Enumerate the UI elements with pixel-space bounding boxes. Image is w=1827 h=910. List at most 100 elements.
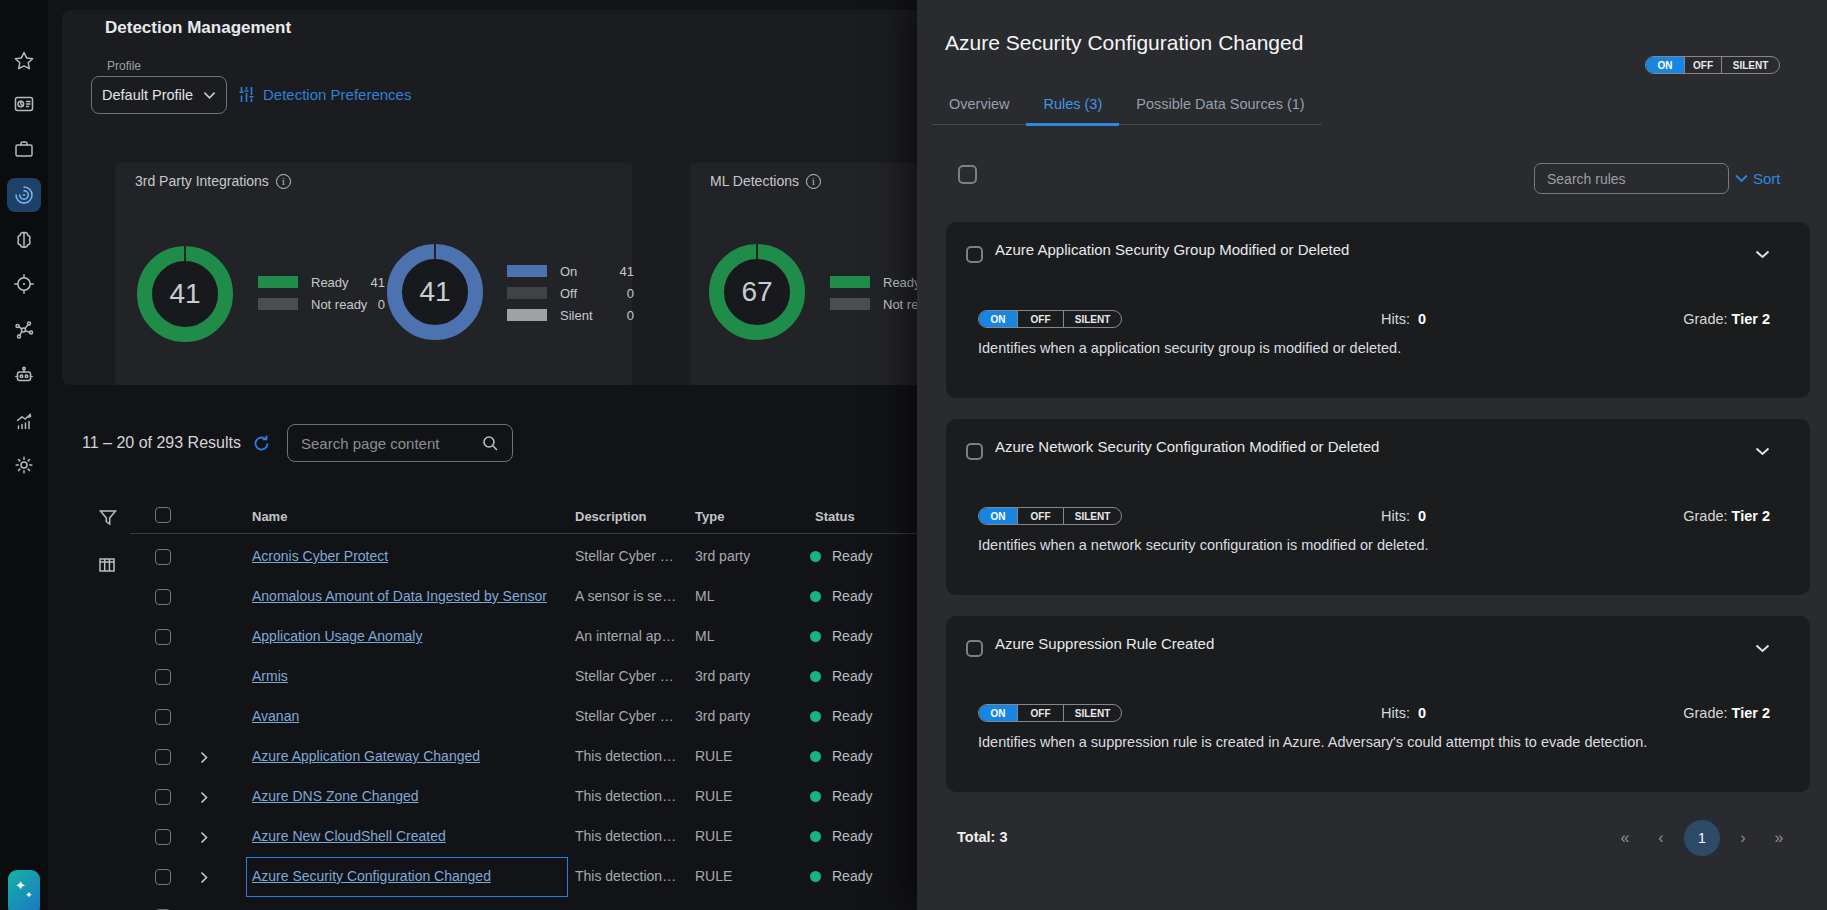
rule-checkbox[interactable]: [966, 246, 983, 263]
rule-checkbox[interactable]: [966, 640, 983, 657]
rule-card: Azure Suppression Rule CreatedONOFFSILEN…: [946, 616, 1810, 792]
robot-icon: [13, 364, 35, 386]
sidebar-item-threat-hunting[interactable]: [7, 267, 41, 301]
detection-name-link[interactable]: Armis: [252, 668, 288, 684]
detection-name-link[interactable]: Anomalous Amount of Data Ingested by Sen…: [252, 588, 547, 604]
expand-chevron-icon[interactable]: [200, 870, 208, 888]
third-party-donut: 41: [137, 246, 233, 342]
rules-search-input[interactable]: Search rules: [1534, 163, 1729, 194]
detection-status: Ready: [832, 668, 872, 684]
detection-name-link[interactable]: Avanan: [252, 708, 299, 724]
sidebar-item-ml[interactable]: [7, 223, 41, 257]
row-checkbox[interactable]: [155, 629, 171, 645]
rule-state-toggle[interactable]: ONOFFSILENT: [978, 704, 1122, 722]
detection-name-link[interactable]: Azure Application Gateway Changed: [252, 748, 480, 764]
next-page-button[interactable]: ›: [1730, 829, 1756, 847]
toggle-off[interactable]: OFF: [1684, 57, 1721, 73]
toggle-silent[interactable]: SILENT: [1063, 705, 1121, 721]
status-dot: [810, 551, 821, 562]
col-header-status[interactable]: Status: [815, 509, 855, 524]
current-page[interactable]: 1: [1684, 820, 1720, 856]
sidebar-item-favorites[interactable]: [7, 44, 41, 78]
chevron-down-icon[interactable]: [1755, 442, 1770, 460]
toggle-silent[interactable]: SILENT: [1063, 311, 1121, 327]
detection-name-link[interactable]: Azure DNS Zone Changed: [252, 788, 419, 804]
toggle-silent[interactable]: SILENT: [1721, 57, 1779, 73]
toggle-off[interactable]: OFF: [1017, 705, 1063, 721]
status-dot: [810, 591, 821, 602]
crosshair-icon: [13, 273, 35, 295]
toggle-on[interactable]: ON: [979, 311, 1017, 327]
chevron-down-icon[interactable]: [1755, 245, 1770, 263]
status-dot: [810, 871, 821, 882]
toggle-on[interactable]: ON: [1646, 57, 1684, 73]
chevron-down-icon[interactable]: [1755, 639, 1770, 657]
sidebar-item-settings[interactable]: [7, 448, 41, 482]
sidebar-item-dashboard[interactable]: [7, 87, 41, 121]
prev-page-button[interactable]: ‹: [1648, 829, 1674, 847]
filter-button[interactable]: [98, 508, 118, 532]
col-header-type[interactable]: Type: [695, 509, 724, 524]
sidebar-item-automation[interactable]: [7, 358, 41, 392]
row-checkbox[interactable]: [155, 869, 171, 885]
sort-button[interactable]: Sort: [1735, 170, 1781, 187]
spiral-icon: [13, 184, 35, 206]
col-header-description[interactable]: Description: [575, 509, 647, 524]
network-icon: [13, 319, 35, 341]
info-icon[interactable]: i: [276, 174, 291, 189]
table-row: Application Usage AnomalyAn internal ap……: [48, 617, 917, 657]
sidebar-item-cases[interactable]: [7, 132, 41, 166]
sidebar-item-correlations[interactable]: [7, 313, 41, 347]
expand-chevron-icon[interactable]: [200, 830, 208, 848]
pagination: « ‹ 1 › »: [1612, 820, 1792, 856]
select-all-rules-checkbox[interactable]: [958, 165, 977, 184]
card-title: 3rd Party Integrations i: [135, 173, 291, 189]
detection-name-link[interactable]: Azure New CloudShell Created: [252, 828, 446, 844]
row-checkbox[interactable]: [155, 669, 171, 685]
detection-name-link[interactable]: Acronis Cyber Protect: [252, 548, 388, 564]
third-party-legend: Ready41 Not ready0: [258, 271, 385, 315]
row-checkbox[interactable]: [155, 589, 171, 605]
expand-chevron-icon[interactable]: [200, 790, 208, 808]
page-search-input[interactable]: Search page content: [287, 424, 513, 462]
toggle-on[interactable]: ON: [979, 508, 1017, 524]
detection-preferences-link[interactable]: Detection Preferences: [238, 86, 411, 103]
row-checkbox[interactable]: [155, 549, 171, 565]
profile-select-value: Default Profile: [102, 87, 193, 103]
refresh-button[interactable]: [252, 434, 272, 454]
toggle-off[interactable]: OFF: [1017, 508, 1063, 524]
expand-chevron-icon[interactable]: [200, 750, 208, 768]
sidebar-item-detections[interactable]: [7, 178, 41, 212]
toggle-on[interactable]: ON: [979, 705, 1017, 721]
first-page-button[interactable]: «: [1612, 829, 1638, 847]
rule-state-toggle[interactable]: ONOFFSILENT: [978, 507, 1122, 525]
sidebar-item-reports[interactable]: [7, 404, 41, 438]
detection-name-link[interactable]: Azure Security Configuration Changed: [252, 868, 491, 884]
rule-state-toggle[interactable]: ONOFFSILENT: [978, 310, 1122, 328]
tab-rules[interactable]: Rules (3): [1026, 96, 1119, 124]
detection-preferences-label: Detection Preferences: [263, 86, 411, 103]
info-icon[interactable]: i: [806, 174, 821, 189]
toggle-silent[interactable]: SILENT: [1063, 508, 1121, 524]
col-header-name[interactable]: Name: [252, 509, 287, 524]
ai-assistant-button[interactable]: ✦ ✦: [8, 870, 40, 910]
row-checkbox[interactable]: [155, 789, 171, 805]
row-checkbox[interactable]: [155, 709, 171, 725]
toggle-off[interactable]: OFF: [1017, 311, 1063, 327]
detection-type: ML: [695, 588, 714, 604]
last-page-button[interactable]: »: [1766, 829, 1792, 847]
page-title: Detection Management: [105, 18, 291, 38]
row-checkbox[interactable]: [155, 749, 171, 765]
profile-select[interactable]: Default Profile: [91, 76, 227, 114]
row-checkbox[interactable]: [155, 829, 171, 845]
rule-checkbox[interactable]: [966, 443, 983, 460]
drawer-state-toggle[interactable]: ON OFF SILENT: [1645, 56, 1780, 74]
select-all-checkbox[interactable]: [155, 507, 171, 523]
tab-overview[interactable]: Overview: [932, 96, 1026, 124]
rule-description: Identifies when a suppression rule is cr…: [978, 734, 1647, 750]
detection-name-link[interactable]: Application Usage Anomaly: [252, 628, 422, 644]
rule-title: Azure Application Security Group Modifie…: [995, 241, 1349, 258]
tab-possible-data-sources[interactable]: Possible Data Sources (1): [1119, 96, 1321, 124]
detection-type: RULE: [695, 788, 732, 804]
rules-search-placeholder: Search rules: [1547, 171, 1626, 187]
